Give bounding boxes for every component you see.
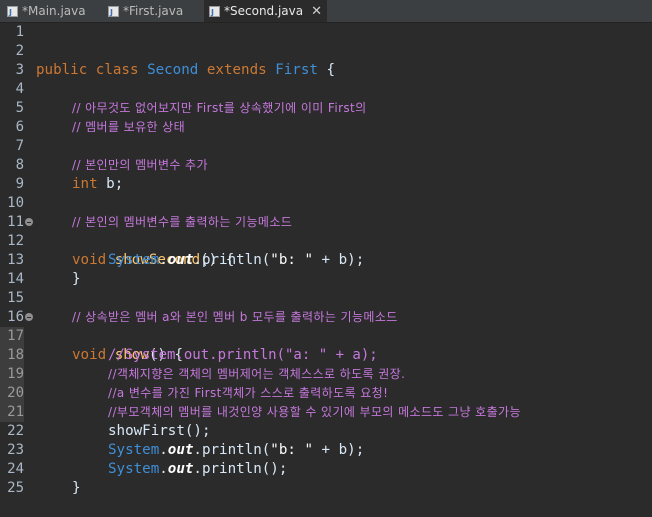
- java-file-icon: J: [108, 5, 119, 17]
- line-number: 11: [7, 214, 24, 230]
- line-number: 24: [7, 461, 24, 477]
- line-number: 3: [15, 62, 24, 78]
- line-number: 1: [15, 24, 24, 40]
- editor-tab-bar: J *Main.java J *First.java J *Second.jav…: [0, 0, 652, 23]
- svg-text:J: J: [8, 8, 12, 17]
- svg-text:J: J: [109, 8, 113, 17]
- tab-label: *Main.java: [22, 4, 86, 18]
- line-number: 15: [7, 290, 24, 306]
- tab-main-java[interactable]: J *Main.java: [3, 0, 103, 22]
- close-icon[interactable]: ✕: [311, 4, 322, 19]
- line-number: 14: [7, 271, 24, 287]
- line-number: 23: [7, 442, 24, 458]
- java-file-icon: J: [7, 5, 18, 17]
- line-number: 2: [15, 43, 24, 59]
- java-file-icon: J: [209, 5, 220, 17]
- line-number: 16: [7, 309, 24, 325]
- tab-label: *First.java: [123, 4, 184, 18]
- line-number: 25: [7, 480, 24, 496]
- line-number: 22: [7, 423, 24, 439]
- line-number: 5: [15, 100, 24, 116]
- line-number: 18: [0, 346, 24, 365]
- line-number: 7: [15, 138, 24, 154]
- fold-toggle-icon[interactable]: [25, 313, 33, 321]
- line-number: 9: [15, 176, 24, 192]
- tab-first-java[interactable]: J *First.java: [104, 0, 204, 22]
- line-number: 21: [0, 403, 24, 422]
- svg-text:J: J: [210, 8, 214, 17]
- line-number: 17: [0, 327, 24, 346]
- tab-second-java[interactable]: J *Second.java ✕: [204, 0, 327, 22]
- line-number: 20: [0, 384, 24, 403]
- line-number: 19: [0, 365, 24, 384]
- fold-toggle-icon[interactable]: [25, 218, 33, 226]
- tab-label: *Second.java: [224, 4, 304, 18]
- line-number: 8: [15, 157, 24, 173]
- line-number: 6: [15, 119, 24, 135]
- line-number: 12: [7, 233, 24, 249]
- line-number: 4: [15, 81, 24, 97]
- line-number: 13: [7, 252, 24, 268]
- code-editor[interactable]: 1 2 public class Second extends First { …: [0, 23, 652, 496]
- line-number: 10: [7, 195, 24, 211]
